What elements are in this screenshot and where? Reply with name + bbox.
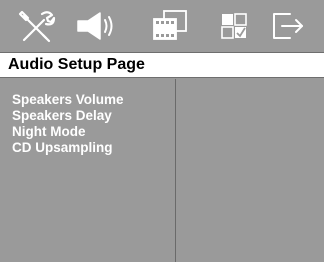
speaker-icon <box>77 12 113 40</box>
menu-item-speakers-volume[interactable]: Speakers Volume <box>12 92 124 108</box>
settings-panel: Speakers Volume Speakers Delay Night Mod… <box>0 79 324 262</box>
preference-grid-icon <box>221 13 247 39</box>
page-title-bar: Audio Setup Page <box>0 52 324 78</box>
settings-menu: Speakers Volume Speakers Delay Night Mod… <box>12 92 124 156</box>
tab-audio-setup[interactable] <box>76 8 120 44</box>
tab-preference-setup[interactable] <box>212 8 256 44</box>
exit-arrow-icon <box>273 13 303 39</box>
tab-general-setup[interactable] <box>14 8 58 44</box>
menu-item-speakers-delay[interactable]: Speakers Delay <box>12 108 124 124</box>
wrench-screwdriver-icon <box>18 10 56 43</box>
menu-item-night-mode[interactable]: Night Mode <box>12 124 124 140</box>
film-frames-icon <box>153 10 187 40</box>
panel-divider <box>175 79 176 262</box>
setup-tab-bar <box>0 0 324 52</box>
page-title: Audio Setup Page <box>8 56 145 73</box>
setup-screen: Audio Setup Page Speakers Volume Speaker… <box>0 0 324 262</box>
menu-item-cd-upsampling[interactable]: CD Upsampling <box>12 140 124 156</box>
tab-exit[interactable] <box>266 8 310 44</box>
tab-video-setup[interactable] <box>148 8 192 44</box>
